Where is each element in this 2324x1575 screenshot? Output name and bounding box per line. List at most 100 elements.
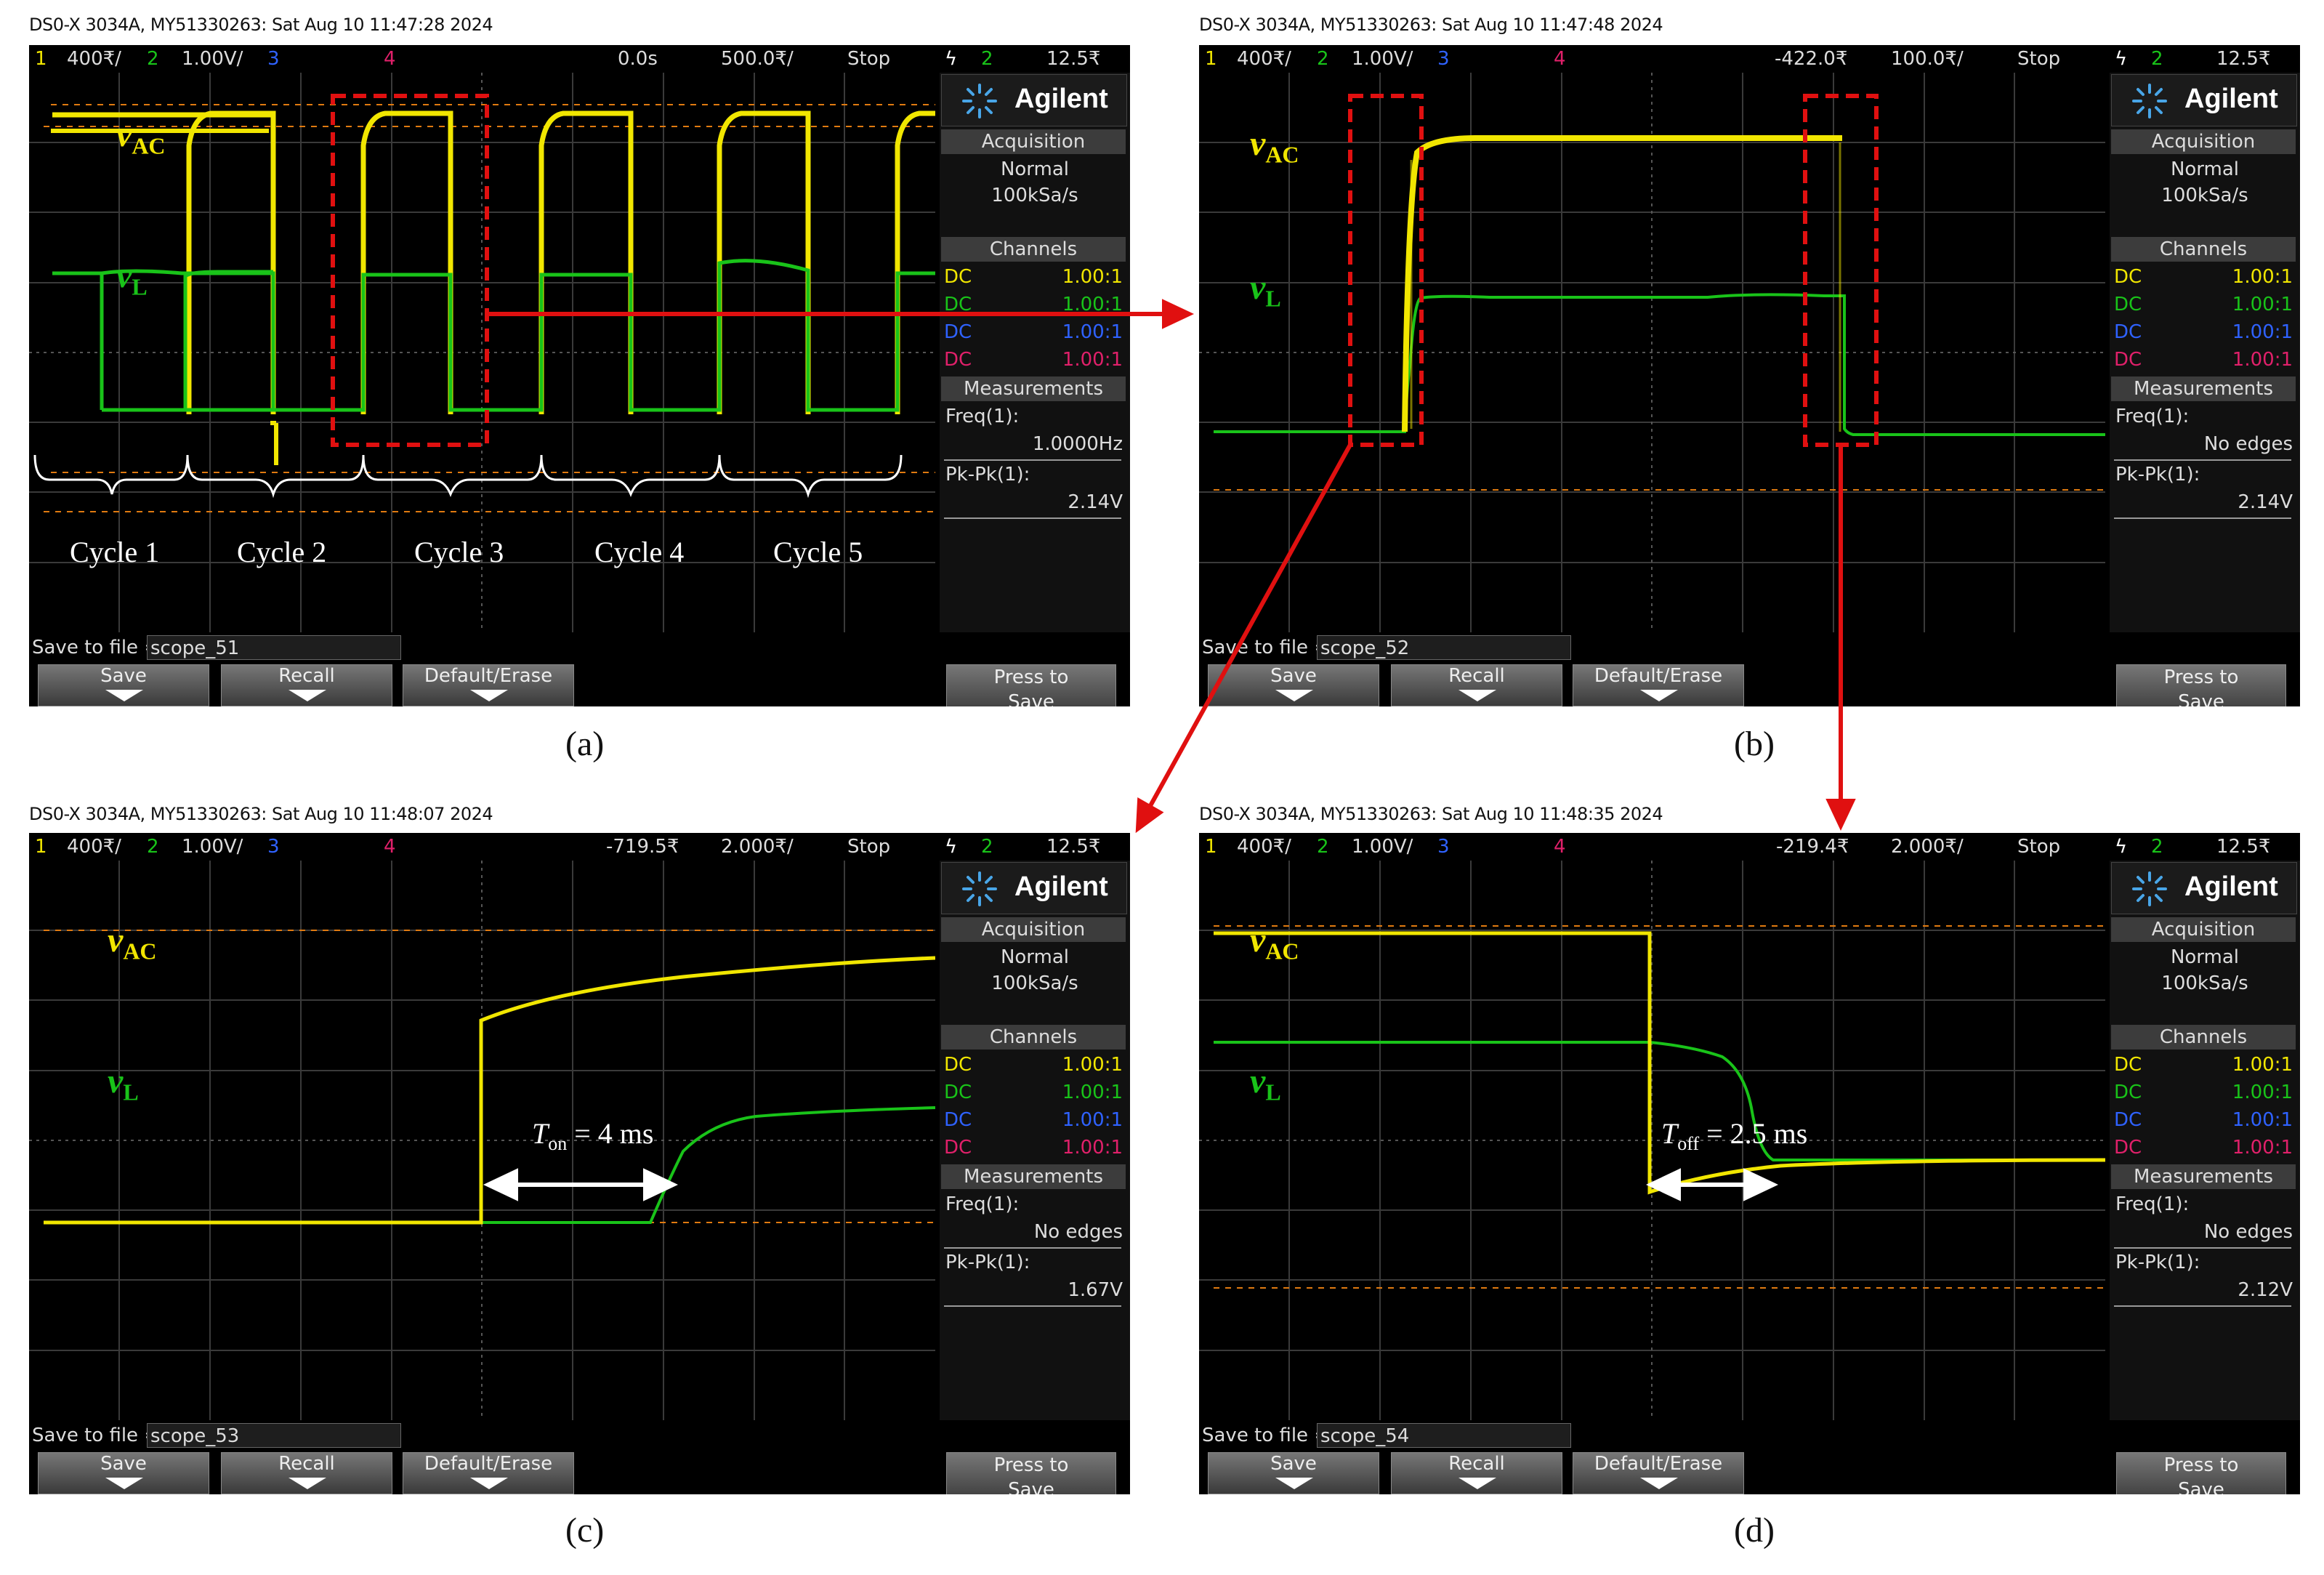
file-name-field[interactable]: scope_51 — [147, 635, 401, 660]
vl-label-a: vL — [116, 257, 148, 300]
divider — [2114, 459, 2291, 461]
ch2-number[interactable]: 2 — [147, 836, 159, 858]
acquisition-heading[interactable]: Acquisition — [941, 129, 1126, 154]
press-to-save-button[interactable]: Press to Save — [946, 664, 1116, 706]
ch2-number[interactable]: 2 — [1317, 48, 1329, 70]
ch2-scale[interactable]: 1.00V/ — [182, 836, 243, 858]
trigger-channel[interactable]: 2 — [2151, 48, 2163, 70]
ch3-number[interactable]: 3 — [1437, 836, 1450, 858]
ch3-number[interactable]: 3 — [1437, 48, 1450, 70]
trigger-edge-icon: ϟ — [2115, 48, 2128, 70]
cycle-label-1: Cycle 1 — [70, 536, 160, 568]
file-name-field[interactable]: scope_54 — [1317, 1423, 1571, 1448]
ch2-number[interactable]: 2 — [1317, 836, 1329, 858]
scope-header-c: DS0-X 3034A, MY51330263: Sat Aug 10 11:4… — [29, 804, 493, 824]
ch1-number[interactable]: 1 — [35, 836, 47, 858]
file-name-field[interactable]: scope_52 — [1317, 635, 1571, 660]
measurements-heading[interactable]: Measurements — [941, 1164, 1126, 1189]
ch1-scale[interactable]: 400₹/ — [67, 48, 121, 70]
side-panel: Agilent Acquisition Normal 100kSa/s Chan… — [940, 861, 1130, 1420]
ch1-scale[interactable]: 400₹/ — [1237, 48, 1291, 70]
timebase-scale[interactable]: 100.0₹/ — [1891, 48, 1964, 70]
acquisition-heading[interactable]: Acquisition — [2111, 129, 2296, 154]
status-bar: 1 400₹/ 2 1.00V/ 3 4 -219.4₹ 2.000₹/ Sto… — [1199, 833, 2300, 861]
waveform-display[interactable] — [1199, 73, 2105, 632]
trigger-channel[interactable]: 2 — [981, 48, 993, 70]
vac-label-a: vAC — [116, 116, 166, 159]
run-state[interactable]: Stop — [2017, 48, 2060, 70]
recall-softkey[interactable]: Recall — [1391, 1452, 1562, 1494]
recall-softkey[interactable]: Recall — [221, 1452, 392, 1494]
acquisition-heading[interactable]: Acquisition — [941, 917, 1126, 942]
timebase-scale[interactable]: 2.000₹/ — [721, 836, 794, 858]
acquisition-mode: Normal — [2170, 946, 2240, 968]
ch1-scale[interactable]: 400₹/ — [67, 836, 121, 858]
measurements-heading[interactable]: Measurements — [2111, 1164, 2296, 1189]
logo-text: Agilent — [2184, 84, 2278, 114]
timebase-scale[interactable]: 2.000₹/ — [1891, 836, 1964, 858]
ch3-number[interactable]: 3 — [267, 836, 280, 858]
timebase-scale[interactable]: 500.0₹/ — [721, 48, 794, 70]
figure-label-c: (c) — [565, 1511, 605, 1550]
ch4-number[interactable]: 4 — [384, 48, 396, 70]
trigger-level[interactable]: 12.5₹ — [2216, 48, 2270, 70]
save-softkey[interactable]: Save — [1208, 664, 1379, 706]
measurements-heading[interactable]: Measurements — [2111, 376, 2296, 401]
ch4-number[interactable]: 4 — [384, 836, 396, 858]
measurements-heading[interactable]: Measurements — [941, 376, 1126, 401]
ch1-scale[interactable]: 400₹/ — [1237, 836, 1291, 858]
channels-heading[interactable]: Channels — [2111, 237, 2296, 262]
default-erase-softkey[interactable]: Default/Erase — [1573, 664, 1744, 706]
trigger-level[interactable]: 12.5₹ — [1046, 48, 1100, 70]
ch1-number[interactable]: 1 — [35, 48, 47, 70]
ch2-scale[interactable]: 1.00V/ — [182, 48, 243, 70]
ch1-number[interactable]: 1 — [1205, 48, 1217, 70]
default-erase-softkey[interactable]: Default/Erase — [403, 1452, 574, 1494]
recall-softkey[interactable]: Recall — [221, 664, 392, 706]
ch2-number[interactable]: 2 — [147, 48, 159, 70]
trigger-channel[interactable]: 2 — [2151, 836, 2163, 858]
side-panel: Agilent Acquisition Normal 100kSa/s Chan… — [940, 73, 1130, 632]
trigger-channel[interactable]: 2 — [981, 836, 993, 858]
waveform-display[interactable] — [1199, 861, 2105, 1420]
save-to-file-label: Save to file = — [1202, 1425, 1331, 1446]
waveform-display[interactable] — [29, 861, 935, 1420]
press-to-save-button[interactable]: Press to Save — [2116, 664, 2286, 706]
press-to-save-button[interactable]: Press to Save — [946, 1452, 1116, 1494]
vl-label-c: vL — [108, 1062, 139, 1105]
horizontal-delay[interactable]: 0.0s — [618, 48, 658, 70]
freq-value: No edges — [1033, 1221, 1123, 1243]
file-name-field[interactable]: scope_53 — [147, 1423, 401, 1448]
scope-header-a: DS0-X 3034A, MY51330263: Sat Aug 10 11:4… — [29, 15, 493, 35]
horizontal-delay[interactable]: -719.5₹ — [606, 836, 679, 858]
channels-heading[interactable]: Channels — [941, 1025, 1126, 1050]
horizontal-delay[interactable]: -422.0₹ — [1775, 48, 1847, 70]
waveform-ch2-trace — [1214, 293, 2105, 436]
ch4-number[interactable]: 4 — [1554, 836, 1566, 858]
trigger-level[interactable]: 12.5₹ — [1046, 836, 1100, 858]
ch3-number[interactable]: 3 — [267, 48, 280, 70]
ch2-scale[interactable]: 1.00V/ — [1352, 48, 1413, 70]
horizontal-delay[interactable]: -219.4₹ — [1776, 836, 1849, 858]
channels-heading[interactable]: Channels — [2111, 1025, 2296, 1050]
save-softkey[interactable]: Save — [38, 1452, 209, 1494]
freq-value: No edges — [2203, 1221, 2293, 1243]
default-erase-softkey[interactable]: Default/Erase — [403, 664, 574, 706]
ch4-number[interactable]: 4 — [1554, 48, 1566, 70]
save-softkey[interactable]: Save — [1208, 1452, 1379, 1494]
ch1-number[interactable]: 1 — [1205, 836, 1217, 858]
cycle-label-2: Cycle 2 — [237, 536, 327, 568]
press-to-save-button[interactable]: Press to Save — [2116, 1452, 2286, 1494]
waveform-ch1-trace — [51, 129, 278, 465]
vac-label-c: vAC — [108, 921, 157, 964]
trigger-level[interactable]: 12.5₹ — [2216, 836, 2270, 858]
default-erase-softkey[interactable]: Default/Erase — [1573, 1452, 1744, 1494]
ch2-scale[interactable]: 1.00V/ — [1352, 836, 1413, 858]
channels-heading[interactable]: Channels — [941, 237, 1126, 262]
save-softkey[interactable]: Save — [38, 664, 209, 706]
run-state[interactable]: Stop — [847, 48, 890, 70]
run-state[interactable]: Stop — [847, 836, 890, 858]
run-state[interactable]: Stop — [2017, 836, 2060, 858]
recall-softkey[interactable]: Recall — [1391, 664, 1562, 706]
acquisition-heading[interactable]: Acquisition — [2111, 917, 2296, 942]
